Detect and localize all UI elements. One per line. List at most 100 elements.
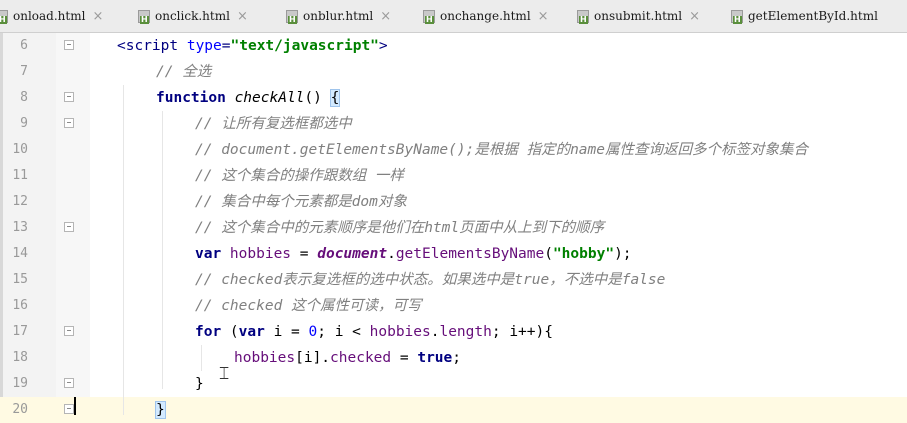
code-line[interactable]: 16 // checked 这个属性可读，可写 (0, 293, 907, 319)
line-number: 7 (20, 64, 28, 79)
code-line[interactable]: 12 // 集合中每个元素都是dom对象 (0, 189, 907, 215)
code-token: ( (544, 246, 553, 262)
html-file-icon (731, 9, 743, 24)
code-token: length (439, 324, 492, 340)
code-line[interactable]: 11 // 这个集合的操作跟数组 一样 (0, 163, 907, 189)
code-token: var (195, 246, 230, 262)
code-line[interactable]: 7 // 全选 (0, 59, 907, 85)
line-number: 18 (12, 350, 28, 365)
line-number: 19 (12, 376, 28, 391)
code-text: <script type="text/javascript"> (117, 33, 388, 59)
code-token: ; i < (317, 324, 370, 340)
code-token: // 集合中每个元素都是dom对象 (195, 194, 407, 210)
line-number: 10 (12, 142, 28, 157)
code-token: // 这个集合中的元素顺序是他们在html页面中从上到下的顺序 (195, 220, 605, 236)
code-text: function checkAll() { (156, 85, 341, 111)
code-text: // document.getElementsByName();是根据 指定的n… (195, 137, 808, 163)
code-token: "hobby" (552, 246, 615, 262)
code-line[interactable]: 6 <script type="text/javascript"> (0, 33, 907, 59)
line-number: 9 (20, 116, 28, 131)
fold-marker-icon[interactable] (64, 326, 74, 336)
code-line[interactable]: 17 for (var i = 0; i < hobbies.length; i+… (0, 319, 907, 345)
code-token: { (329, 89, 341, 107)
line-number: 8 (20, 90, 28, 105)
code-text: // 让所有复选框都选中 (195, 111, 352, 137)
code-token: ; (452, 350, 461, 366)
code-text: for (var i = 0; i < hobbies.length; i++)… (195, 319, 553, 345)
code-line[interactable]: 8 function checkAll() { (0, 85, 907, 111)
text-caret (74, 397, 76, 415)
line-number: 17 (12, 324, 28, 339)
code-token: "text/javascript" (230, 38, 379, 54)
code-token: true (417, 350, 453, 366)
code-line[interactable]: 14 var hobbies = document.getElementsByNa… (0, 241, 907, 267)
code-line[interactable]: 13 // 这个集合中的元素顺序是他们在html页面中从上到下的顺序 (0, 215, 907, 241)
code-text: // 集合中每个元素都是dom对象 (195, 189, 407, 215)
code-text: // 这个集合的操作跟数组 一样 (195, 163, 404, 189)
line-number: 14 (12, 246, 28, 261)
code-token: type (186, 38, 222, 54)
code-token: i = (273, 324, 309, 340)
tab-onclick[interactable]: onclick.html × (138, 0, 248, 32)
code-token: 0 (308, 324, 318, 340)
code-token: checked (330, 350, 392, 366)
tab-onsubmit[interactable]: onsubmit.html × (577, 0, 700, 32)
indent-guide (201, 345, 202, 371)
code-text: var hobbies = document.getElementsByName… (195, 241, 632, 267)
code-line[interactable]: 20} (0, 397, 907, 423)
fold-marker-icon[interactable] (64, 378, 74, 388)
code-token: var (238, 324, 274, 340)
code-text: hobbies[i].checked = true; (234, 345, 461, 371)
code-token: = (391, 350, 418, 366)
code-line[interactable]: 10 // document.getElementsByName();是根据 指定… (0, 137, 907, 163)
close-icon[interactable]: × (380, 9, 391, 24)
line-number: 12 (12, 194, 28, 209)
code-line[interactable]: 15 // checked表示复选框的选中状态。如果选中是true，不选中是fal… (0, 267, 907, 293)
code-token: hobbies (229, 246, 292, 262)
tab-getelementbyid[interactable]: getElementById.html (731, 0, 878, 32)
code-editor[interactable]: 6 <script type="text/javascript"> 7 // 全选 8 f… (0, 33, 907, 423)
code-text: // checked表示复选框的选中状态。如果选中是true，不选中是false (195, 267, 665, 293)
code-token: // document.getElementsByName();是根据 指定的n… (195, 142, 808, 158)
code-token: // 这个集合的操作跟数组 一样 (195, 168, 404, 184)
fold-marker-icon[interactable] (64, 40, 74, 50)
code-token: = (291, 246, 318, 262)
code-token: function (156, 90, 235, 106)
line-number: 20 (12, 402, 28, 417)
editor-tab-bar: onload.html × onclick.html × onblur.html… (0, 0, 907, 33)
code-token: ; i++){ (491, 324, 553, 340)
line-number: 13 (12, 220, 28, 235)
code-token: . (387, 246, 396, 262)
code-line[interactable]: 18 hobbies[i].checked = true; (0, 345, 907, 371)
code-line[interactable]: 9 // 让所有复选框都选中 (0, 111, 907, 137)
code-token: > (378, 38, 388, 54)
tab-onload[interactable]: onload.html × (0, 0, 103, 32)
code-token: // 全选 (156, 64, 212, 80)
html-file-icon (138, 9, 150, 24)
tab-onblur[interactable]: onblur.html × (286, 0, 391, 32)
code-token: for (195, 324, 230, 340)
tab-label: onchange.html (440, 9, 531, 23)
tab-label: onblur.html (303, 9, 374, 23)
code-token: // checked表示复选框的选中状态。如果选中是true，不选中是false (195, 272, 666, 288)
close-icon[interactable]: × (237, 9, 248, 24)
line-number: 6 (20, 38, 28, 53)
ibeam-cursor-icon: ⌶ (219, 364, 230, 384)
code-text: // 这个集合中的元素顺序是他们在html页面中从上到下的顺序 (195, 215, 604, 241)
code-line[interactable]: 19} (0, 371, 907, 397)
code-text: // checked 这个属性可读，可写 (195, 293, 422, 319)
close-icon[interactable]: × (92, 9, 103, 24)
fold-marker-icon[interactable] (64, 92, 74, 102)
code-token: // checked 这个属性可读，可写 (195, 298, 422, 314)
fold-marker-icon[interactable] (64, 404, 74, 414)
html-file-icon (423, 9, 435, 24)
code-token: // 让所有复选框都选中 (195, 116, 352, 132)
code-token: ( (229, 324, 239, 340)
tab-onchange[interactable]: onchange.html × (423, 0, 549, 32)
fold-marker-icon[interactable] (64, 118, 74, 128)
tab-label: getElementById.html (748, 9, 878, 23)
close-icon[interactable]: × (538, 9, 549, 24)
code-token: = (221, 38, 231, 54)
close-icon[interactable]: × (689, 9, 700, 24)
fold-marker-icon[interactable] (64, 222, 74, 232)
